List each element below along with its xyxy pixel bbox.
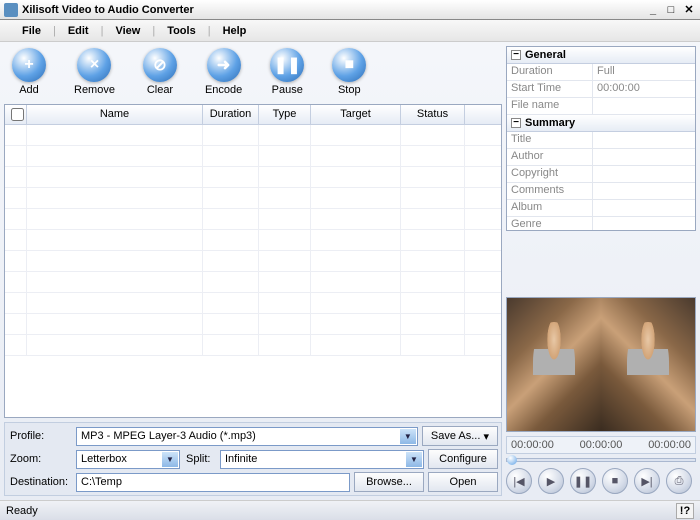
maximize-button[interactable]: □ [664, 3, 678, 17]
menu-help[interactable]: Help [211, 23, 259, 39]
section-summary[interactable]: −Summary [507, 115, 695, 132]
main-area: +Add ×Remove ⊘Clear ➜Encode ❚❚Pause ■Sto… [0, 42, 700, 500]
remove-button[interactable]: ×Remove [74, 48, 115, 96]
prop-copyright[interactable]: Copyright [507, 166, 695, 183]
window-title: Xilisoft Video to Audio Converter [22, 4, 642, 16]
prop-genre[interactable]: Genre [507, 217, 695, 231]
menubar: File| Edit| View| Tools| Help [0, 20, 700, 42]
properties-panel[interactable]: −General DurationFull Start Time00:00:00… [506, 46, 696, 231]
play-pause-button[interactable]: ❚❚ [570, 468, 596, 494]
titlebar: Xilisoft Video to Audio Converter _ □ ✕ [0, 0, 700, 20]
plus-icon: + [12, 48, 46, 82]
ban-icon: ⊘ [143, 48, 177, 82]
pause-icon: ❚❚ [270, 48, 304, 82]
file-grid: Name Duration Type Target Status [4, 104, 502, 418]
zoom-combo[interactable]: Letterbox▼ [76, 450, 180, 469]
left-column: +Add ×Remove ⊘Clear ➜Encode ❚❚Pause ■Sto… [4, 46, 502, 496]
preview-pane [506, 297, 696, 432]
play-button[interactable]: ▶ [538, 468, 564, 494]
chevron-down-icon: ▼ [400, 429, 416, 444]
saveas-button[interactable]: Save As... ▾ [422, 426, 498, 446]
arrow-icon: ➜ [207, 48, 241, 82]
snapshot-button[interactable]: ⎙ [666, 468, 692, 494]
time-mid: 00:00:00 [580, 439, 623, 451]
collapse-icon[interactable]: − [511, 50, 521, 60]
menu-view[interactable]: View [103, 23, 152, 39]
configure-button[interactable]: Configure [428, 449, 498, 469]
clear-button[interactable]: ⊘Clear [143, 48, 177, 96]
right-column: −General DurationFull Start Time00:00:00… [506, 46, 696, 496]
prop-title[interactable]: Title [507, 132, 695, 149]
profile-combo[interactable]: MP3 - MPEG Layer-3 Audio (*.mp3)▼ [76, 427, 418, 446]
prop-start-time[interactable]: Start Time00:00:00 [507, 81, 695, 98]
toolbar: +Add ×Remove ⊘Clear ➜Encode ❚❚Pause ■Sto… [4, 46, 502, 100]
time-end: 00:00:00 [648, 439, 691, 451]
column-duration[interactable]: Duration [203, 105, 259, 124]
prop-author[interactable]: Author [507, 149, 695, 166]
checkbox-header[interactable] [5, 105, 27, 124]
add-button[interactable]: +Add [12, 48, 46, 96]
grid-header: Name Duration Type Target Status [5, 105, 501, 125]
prop-filename[interactable]: File name [507, 98, 695, 115]
statusbar: Ready !? [0, 500, 700, 520]
destination-input[interactable]: C:\Temp [76, 473, 350, 492]
timeline-bar: 00:00:00 00:00:00 00:00:00 [506, 436, 696, 454]
play-stop-button[interactable]: ■ [602, 468, 628, 494]
prop-duration[interactable]: DurationFull [507, 64, 695, 81]
prop-comments[interactable]: Comments [507, 183, 695, 200]
split-combo[interactable]: Infinite▼ [220, 450, 424, 469]
preview-left [507, 298, 601, 431]
menu-file[interactable]: File [10, 23, 53, 39]
slider-thumb[interactable] [507, 455, 517, 465]
select-all-checkbox[interactable] [11, 108, 24, 121]
zoom-label: Zoom: [8, 453, 72, 465]
status-text: Ready [6, 505, 38, 517]
stop-button[interactable]: ■Stop [332, 48, 366, 96]
column-type[interactable]: Type [259, 105, 311, 124]
help-button[interactable]: !? [676, 503, 694, 519]
close-button[interactable]: ✕ [682, 3, 696, 17]
chevron-down-icon: ▼ [162, 452, 178, 467]
column-status[interactable]: Status [401, 105, 465, 124]
menu-edit[interactable]: Edit [56, 23, 101, 39]
pause-button[interactable]: ❚❚Pause [270, 48, 304, 96]
minimize-button[interactable]: _ [646, 3, 660, 17]
output-settings: Profile: MP3 - MPEG Layer-3 Audio (*.mp3… [4, 422, 502, 496]
playback-controls: |◀ ▶ ❚❚ ■ ▶| ⎙ [506, 466, 696, 496]
section-general[interactable]: −General [507, 47, 695, 64]
stop-icon: ■ [332, 48, 366, 82]
column-name[interactable]: Name [27, 105, 203, 124]
destination-label: Destination: [8, 476, 72, 488]
app-icon [4, 3, 18, 17]
encode-button[interactable]: ➜Encode [205, 48, 242, 96]
time-start: 00:00:00 [511, 439, 554, 451]
prev-button[interactable]: |◀ [506, 468, 532, 494]
next-button[interactable]: ▶| [634, 468, 660, 494]
menu-tools[interactable]: Tools [155, 23, 208, 39]
profile-label: Profile: [8, 430, 72, 442]
x-icon: × [77, 48, 111, 82]
collapse-icon[interactable]: − [511, 118, 521, 128]
seek-slider[interactable] [506, 458, 696, 462]
split-label: Split: [184, 453, 216, 465]
prop-album[interactable]: Album [507, 200, 695, 217]
grid-body[interactable] [5, 125, 501, 417]
browse-button[interactable]: Browse... [354, 472, 424, 492]
chevron-down-icon: ▼ [406, 452, 422, 467]
preview-right [601, 298, 695, 431]
open-button[interactable]: Open [428, 472, 498, 492]
column-target[interactable]: Target [311, 105, 401, 124]
